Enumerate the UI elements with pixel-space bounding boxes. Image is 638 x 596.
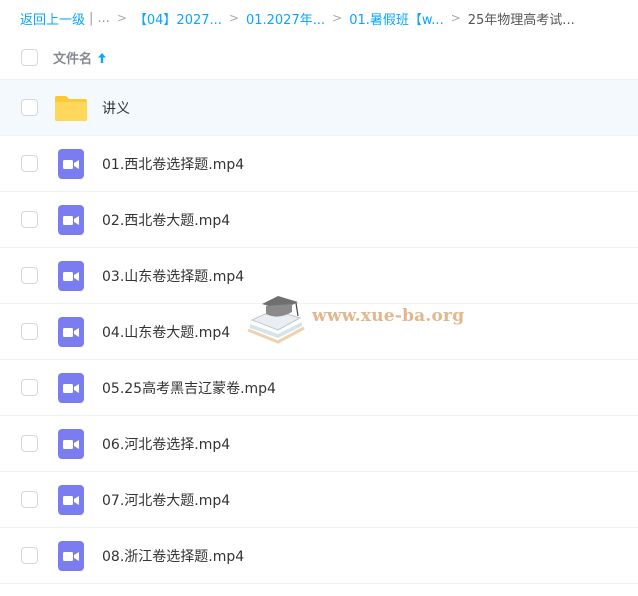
breadcrumb-item-2[interactable]: 01.2027年...: [246, 9, 325, 28]
file-row[interactable]: 06.河北卷选择.mp4: [0, 416, 638, 472]
video-file-icon: [54, 147, 88, 181]
video-file-icon: [54, 371, 88, 405]
breadcrumb-item-1[interactable]: 【04】2027...: [134, 9, 222, 28]
row-checkbox[interactable]: [21, 155, 38, 172]
breadcrumb-divider: |: [89, 10, 94, 26]
file-row[interactable]: 05.25高考黑吉辽蒙卷.mp4: [0, 360, 638, 416]
video-file-icon: [54, 259, 88, 293]
file-name[interactable]: 讲义: [102, 98, 130, 118]
sort-ascending-icon[interactable]: [97, 52, 107, 64]
row-checkbox[interactable]: [21, 99, 38, 116]
column-filename[interactable]: 文件名: [53, 48, 92, 67]
file-row-folder[interactable]: 讲义: [0, 80, 638, 136]
video-file-icon: [54, 427, 88, 461]
video-file-icon: [54, 483, 88, 517]
row-checkbox[interactable]: [21, 323, 38, 340]
video-file-icon: [54, 203, 88, 237]
row-checkbox[interactable]: [21, 491, 38, 508]
file-name[interactable]: 06.河北卷选择.mp4: [102, 434, 230, 454]
back-link[interactable]: 返回上一级: [20, 9, 85, 28]
file-name[interactable]: 03.山东卷选择题.mp4: [102, 266, 244, 286]
file-row[interactable]: 03.山东卷选择题.mp4: [0, 248, 638, 304]
breadcrumb-separator: >: [228, 11, 239, 25]
row-checkbox[interactable]: [21, 211, 38, 228]
breadcrumb-current: 25年物理高考试...: [467, 12, 575, 28]
breadcrumb-ellipsis[interactable]: ...: [97, 11, 109, 26]
row-checkbox[interactable]: [21, 379, 38, 396]
breadcrumb-item-3[interactable]: 01.暑假班【w...: [349, 9, 444, 28]
file-name[interactable]: 05.25高考黑吉辽蒙卷.mp4: [102, 378, 276, 398]
row-checkbox[interactable]: [21, 267, 38, 284]
video-file-icon: [54, 539, 88, 573]
file-name[interactable]: 07.河北卷大题.mp4: [102, 490, 230, 510]
breadcrumb: 返回上一级 | ... > 【04】2027... > 01.2027年... …: [0, 0, 638, 36]
file-name[interactable]: 02.西北卷大题.mp4: [102, 210, 230, 230]
file-name[interactable]: 08.浙江卷选择题.mp4: [102, 546, 244, 566]
row-checkbox[interactable]: [21, 547, 38, 564]
row-checkbox[interactable]: [21, 435, 38, 452]
folder-icon: [54, 91, 88, 125]
breadcrumb-separator: >: [332, 11, 343, 25]
breadcrumb-separator: >: [116, 11, 127, 25]
file-name[interactable]: 04.山东卷大题.mp4: [102, 322, 230, 342]
breadcrumb-separator: >: [450, 11, 461, 25]
file-list-header: 文件名: [0, 36, 638, 80]
file-row[interactable]: 08.浙江卷选择题.mp4: [0, 528, 638, 584]
file-row[interactable]: 01.西北卷选择题.mp4: [0, 136, 638, 192]
file-row[interactable]: 02.西北卷大题.mp4: [0, 192, 638, 248]
file-row[interactable]: 04.山东卷大题.mp4: [0, 304, 638, 360]
file-name[interactable]: 01.西北卷选择题.mp4: [102, 154, 244, 174]
file-row[interactable]: 07.河北卷大题.mp4: [0, 472, 638, 528]
video-file-icon: [54, 315, 88, 349]
select-all-checkbox[interactable]: [21, 49, 38, 66]
